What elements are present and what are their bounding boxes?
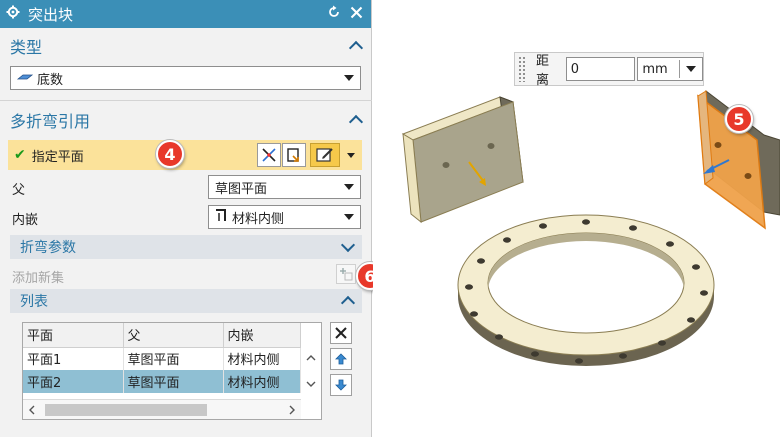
sketch-section-button[interactable] [310,143,340,167]
distance-input-panel: 距离 0 mm [514,52,704,88]
dropdown-arrow-icon [344,184,354,190]
scrollbar-thumb[interactable] [45,404,207,416]
table-cell: 材料内侧 [223,370,301,393]
select-plane-label: 指定平面 [31,149,84,165]
bend-section-title: 多折弯引用 [10,112,91,131]
flange-ring[interactable] [457,214,715,366]
column-header-plane[interactable]: 平面 [23,323,124,348]
list-section-title: 列表 [20,294,48,310]
close-icon[interactable] [347,5,365,23]
base-type-icon [16,71,34,86]
delete-x-icon [335,327,347,339]
divider [0,100,372,101]
plane-dialog-button[interactable] [257,143,281,167]
datum-plane-button[interactable] [282,143,306,167]
table-header-row: 平面 父 内嵌 [23,323,301,348]
reset-icon[interactable] [325,5,343,23]
expand-chevron-icon[interactable] [342,241,354,253]
left-tab-block[interactable] [401,96,524,224]
checkmark-icon: ✔ [14,147,26,163]
add-set-icon [340,268,353,281]
table-row[interactable]: 平面1 草图平面 材料内侧 [23,347,301,370]
parent-dropdown[interactable]: 草图平面 [208,175,361,199]
parent-label: 父 [12,183,26,198]
extrude-block-dialog: 突出块 类型 底数 多折弯引用 ✔ 指定平面 4 父 草图平面 内嵌 材料内侧 … [0,0,384,437]
table-cell: 平面2 [23,370,124,393]
select-plane-row[interactable]: ✔ 指定平面 [8,140,362,170]
table-cell: 草图平面 [123,370,224,393]
graphics-viewport[interactable]: 距离 0 mm 5 [373,0,780,437]
horizontal-scrollbar[interactable] [23,399,301,419]
bend-params-title: 折弯参数 [20,240,76,256]
sketch-menu-dropdown[interactable] [342,143,360,167]
add-new-set-button[interactable] [336,264,356,284]
dropdown-arrow-icon [347,152,355,158]
gear-icon[interactable] [6,5,20,23]
add-new-set-label: 添加新集 [12,271,65,286]
collapse-chevron-icon[interactable] [350,40,362,52]
column-header-parent[interactable]: 父 [123,323,224,348]
collapse-chevron-icon[interactable] [342,295,354,307]
dropdown-arrow-icon [686,66,696,72]
type-section-title: 类型 [10,38,43,57]
distance-input[interactable]: 0 [565,57,636,81]
sketch-pencil-icon [316,148,333,162]
datum-plane-icon [287,148,299,162]
column-header-inset[interactable]: 内嵌 [223,323,301,348]
table-cell: 材料内侧 [223,347,301,370]
dialog-title: 突出块 [28,5,74,24]
plane-axis-icon [262,148,276,162]
type-dropdown[interactable]: 底数 [10,66,361,90]
type-dropdown-value: 底数 [37,72,64,88]
remove-item-button[interactable] [330,322,352,344]
table-row-selected[interactable]: 平面2 草图平面 材料内侧 [23,370,301,393]
table-cell: 平面1 [23,347,124,370]
scroll-down-icon[interactable] [306,381,316,387]
scroll-up-icon[interactable] [306,355,316,361]
table-cell: 草图平面 [123,347,224,370]
scroll-left-icon[interactable] [27,404,37,416]
vertical-scrollbar[interactable] [301,347,321,397]
type-section-header[interactable]: 类型 [0,32,372,60]
scroll-right-icon[interactable] [287,404,297,416]
inset-dropdown-value: 材料内侧 [232,211,285,227]
arrow-down-icon [335,379,347,391]
list-section-header[interactable]: 列表 [10,289,362,313]
dropdown-arrow-icon [344,75,354,81]
collapse-chevron-icon[interactable] [350,114,362,126]
callout-badge-5: 5 [725,105,753,133]
dropdown-arrow-icon [344,214,354,220]
bend-list-table: 平面 父 内嵌 平面1 草图平面 材料内侧 平面2 草图平面 材料内侧 [22,322,322,420]
bend-params-header[interactable]: 折弯参数 [10,235,362,259]
move-up-button[interactable] [330,348,352,370]
divider [679,60,680,78]
callout-badge-4: 4 [156,140,184,168]
unit-value: mm [642,61,668,77]
inset-dropdown[interactable]: 材料内侧 [208,205,361,229]
app-root: 突出块 类型 底数 多折弯引用 ✔ 指定平面 4 父 草图平面 内嵌 材料内侧 … [0,0,780,437]
unit-dropdown[interactable]: mm [637,57,703,81]
dialog-titlebar[interactable]: 突出块 [0,0,371,28]
inset-material-icon [215,208,227,226]
bend-section-header[interactable]: 多折弯引用 [0,106,372,134]
arrow-up-icon [335,353,347,365]
distance-label: 距离 [535,54,549,88]
inset-label: 内嵌 [12,213,39,228]
parent-dropdown-value: 草图平面 [215,181,268,197]
drag-handle[interactable] [518,56,526,82]
move-down-button[interactable] [330,374,352,396]
